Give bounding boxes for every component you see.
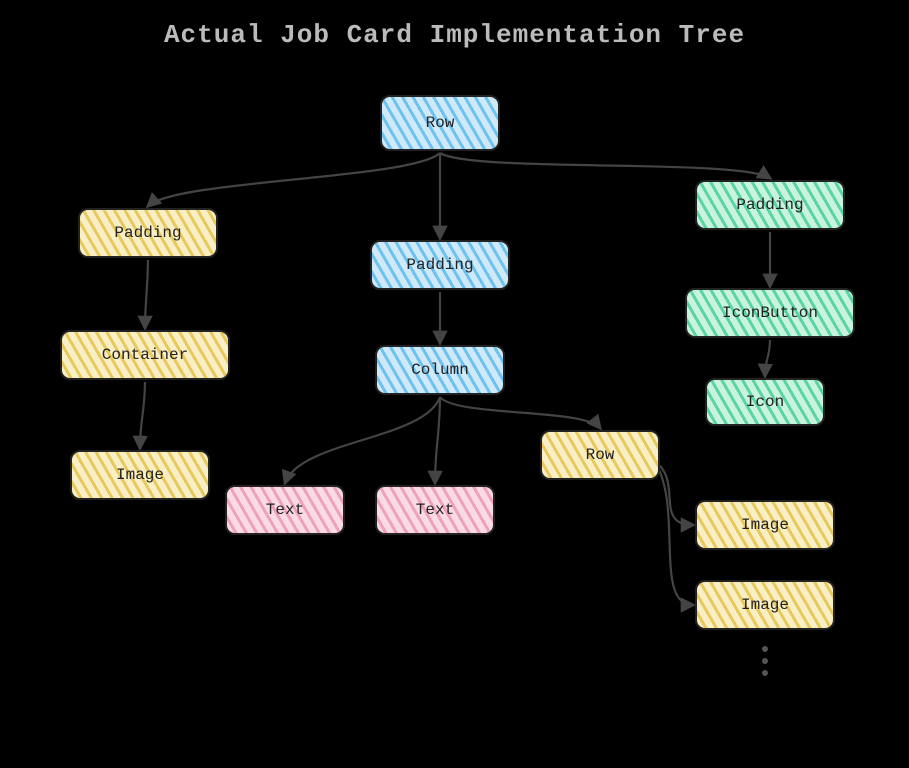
edge-root-to-l_pad [148, 153, 440, 206]
node-image-1: Image [695, 500, 835, 550]
edge-m_col-to-m_row [440, 397, 600, 428]
ellipsis-dots [762, 646, 768, 676]
node-padding-mid: Padding [370, 240, 510, 290]
node-image-left: Image [70, 450, 210, 500]
edge-l_pad-to-l_container [145, 260, 148, 328]
node-iconbutton: IconButton [685, 288, 855, 338]
node-padding-right: Padding [695, 180, 845, 230]
node-text-1: Text [225, 485, 345, 535]
node-text-2: Text [375, 485, 495, 535]
edge-m_col-to-m_text1 [285, 397, 440, 483]
edge-l_container-to-l_image [140, 382, 145, 448]
edge-r_icb-to-r_icon [765, 340, 770, 376]
node-container: Container [60, 330, 230, 380]
node-icon: Icon [705, 378, 825, 426]
diagram-title: Actual Job Card Implementation Tree [0, 20, 909, 50]
edge-m_row-to-m_img2 [654, 461, 693, 605]
edge-root-to-r_pad [440, 153, 770, 178]
node-image-2: Image [695, 580, 835, 630]
edge-m_col-to-m_text2 [435, 397, 440, 483]
node-padding-left: Padding [78, 208, 218, 258]
node-row-root: Row [380, 95, 500, 151]
node-column: Column [375, 345, 505, 395]
node-row-mid: Row [540, 430, 660, 480]
